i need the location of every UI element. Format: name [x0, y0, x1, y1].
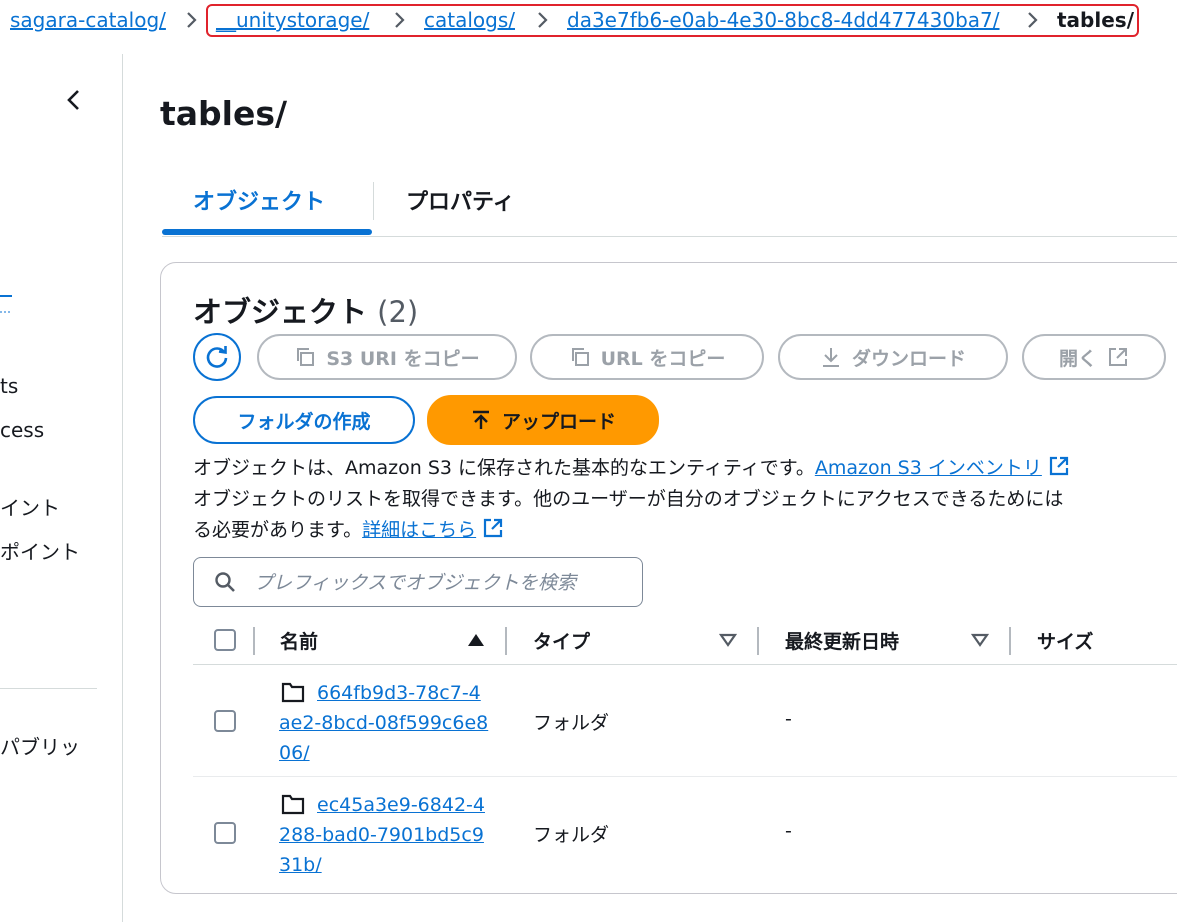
sort-desc-icon[interactable]: [719, 633, 737, 647]
download-button[interactable]: ダウンロード: [778, 334, 1008, 380]
table-row[interactable]: ec45a3e9-6842-4288-bad0-7901bd5c931b/ フォ…: [193, 777, 1177, 888]
objects-table: 名前 タイプ 最終更新日時 サイズ 664fb9d3-78c7-4ae2-8bc…: [193, 615, 1177, 888]
download-icon: [822, 348, 839, 367]
inventory-link-label: Amazon S3 インベントリ: [814, 457, 1042, 479]
sort-asc-icon[interactable]: [467, 633, 485, 647]
object-last-modified: -: [785, 820, 792, 842]
objects-panel: オブジェクト (2) S3 URI をコピー URL をコピー ダウンロード 開…: [160, 262, 1177, 894]
sort-desc-icon[interactable]: [971, 633, 989, 647]
chevron-right-icon: [187, 12, 197, 28]
sidebar-item-2[interactable]: cess: [0, 418, 44, 442]
tab-objects[interactable]: オブジェクト: [193, 184, 325, 216]
upload-label: アップロード: [501, 410, 616, 433]
copy-url-button[interactable]: URL をコピー: [530, 334, 764, 380]
active-tab-indicator: [162, 229, 372, 235]
sidebar-item-5[interactable]: パブリッ: [0, 731, 80, 760]
row-checkbox[interactable]: [214, 710, 236, 732]
external-link-icon: [1049, 456, 1068, 476]
select-all-checkbox[interactable]: [214, 629, 236, 651]
external-link-icon: [1109, 348, 1127, 366]
chevron-right-icon: [538, 12, 548, 28]
object-search: [193, 557, 643, 607]
open-label: 開く: [1058, 347, 1097, 370]
open-button[interactable]: 開く: [1022, 334, 1166, 380]
copy-icon: [297, 348, 315, 366]
tabs: オブジェクト プロパティ: [162, 172, 1177, 237]
object-type: フォルダ: [533, 712, 610, 734]
column-separator: [757, 627, 759, 655]
table-row[interactable]: 664fb9d3-78c7-4ae2-8bcd-08f599c6e806/ フォ…: [193, 665, 1177, 777]
page-title: tables/: [160, 94, 288, 133]
sidebar-divider: [0, 688, 97, 689]
column-separator: [505, 627, 507, 655]
description-text-3: る必要があります。: [193, 519, 363, 541]
table-header: 名前 タイプ 最終更新日時 サイズ: [193, 615, 1177, 665]
description-line-2: オブジェクトのリストを取得できます。他のユーザーが自分のオブジェクトにアクセスで…: [193, 488, 1064, 510]
breadcrumb-item-catalog-id[interactable]: da3e7fb6-e0ab-4e30-8bc8-4dd477430ba7/: [567, 8, 1000, 32]
external-link-icon: [484, 518, 503, 538]
object-name-link[interactable]: 664fb9d3-78c7-4ae2-8bcd-08f599c6e806/: [279, 678, 489, 768]
search-icon: [215, 572, 235, 592]
column-header-name[interactable]: 名前: [280, 627, 318, 654]
column-separator: [1009, 627, 1011, 655]
details-link[interactable]: 詳細はこちら: [362, 518, 504, 541]
column-header-type[interactable]: タイプ: [533, 627, 590, 654]
object-type: フォルダ: [533, 824, 610, 846]
breadcrumb-item-unitystorage[interactable]: __unitystorage/: [216, 8, 369, 32]
upload-button[interactable]: アップロード: [427, 395, 659, 445]
row-checkbox[interactable]: [214, 822, 236, 844]
description-line-1: オブジェクトは、Amazon S3 に保存された基本的なエンティティです。Ama…: [193, 453, 1177, 484]
upload-icon: [472, 410, 489, 429]
inventory-link[interactable]: Amazon S3 インベントリ: [814, 456, 1070, 479]
refresh-button[interactable]: [193, 333, 241, 381]
object-last-modified: -: [785, 708, 792, 730]
panel-title: オブジェクト (2): [193, 289, 418, 331]
copy-s3-uri-label: S3 URI をコピー: [326, 347, 480, 370]
sidebar-active-marker: [0, 295, 12, 313]
sidebar-item-3[interactable]: イント: [0, 492, 60, 521]
sidebar-item-4[interactable]: ポイント: [0, 536, 80, 565]
description-text-1: オブジェクトは、Amazon S3 に保存された基本的なエンティティです。: [193, 457, 815, 479]
chevron-right-icon: [1028, 12, 1038, 28]
copy-icon: [571, 348, 589, 366]
object-count: (2): [377, 295, 419, 329]
object-name-link[interactable]: ec45a3e9-6842-4288-bad0-7901bd5c931b/: [279, 790, 489, 880]
column-separator: [253, 627, 255, 655]
chevron-right-icon: [395, 12, 405, 28]
breadcrumb-current: tables/: [1057, 8, 1135, 32]
sidebar: ts cess イント ポイント パブリッ: [0, 54, 123, 922]
breadcrumb-item-catalogs[interactable]: catalogs/: [424, 8, 515, 32]
objects-description: オブジェクトは、Amazon S3 に保存された基本的なエンティティです。Ama…: [193, 453, 1177, 546]
refresh-icon: [206, 346, 228, 368]
sidebar-item-1[interactable]: ts: [0, 374, 18, 398]
chevron-left-icon[interactable]: [62, 88, 86, 112]
column-header-size[interactable]: サイズ: [1037, 627, 1093, 654]
details-link-label: 詳細はこちら: [362, 519, 477, 541]
tab-properties[interactable]: プロパティ: [406, 184, 515, 216]
breadcrumb-item-sagara-catalog[interactable]: sagara-catalog/: [10, 8, 166, 32]
create-folder-label: フォルダの作成: [237, 410, 371, 433]
copy-url-label: URL をコピー: [600, 347, 726, 370]
column-header-last-modified[interactable]: 最終更新日時: [785, 627, 899, 654]
create-folder-button[interactable]: フォルダの作成: [193, 396, 415, 444]
tab-divider: [373, 182, 374, 220]
search-input[interactable]: [252, 566, 636, 600]
description-line-3: る必要があります。詳細はこちら: [193, 515, 1177, 546]
download-label: ダウンロード: [851, 347, 966, 370]
breadcrumb: sagara-catalog/ __unitystorage/ catalogs…: [0, 0, 1177, 44]
copy-s3-uri-button[interactable]: S3 URI をコピー: [257, 334, 517, 380]
panel-title-text: オブジェクト: [193, 295, 368, 329]
